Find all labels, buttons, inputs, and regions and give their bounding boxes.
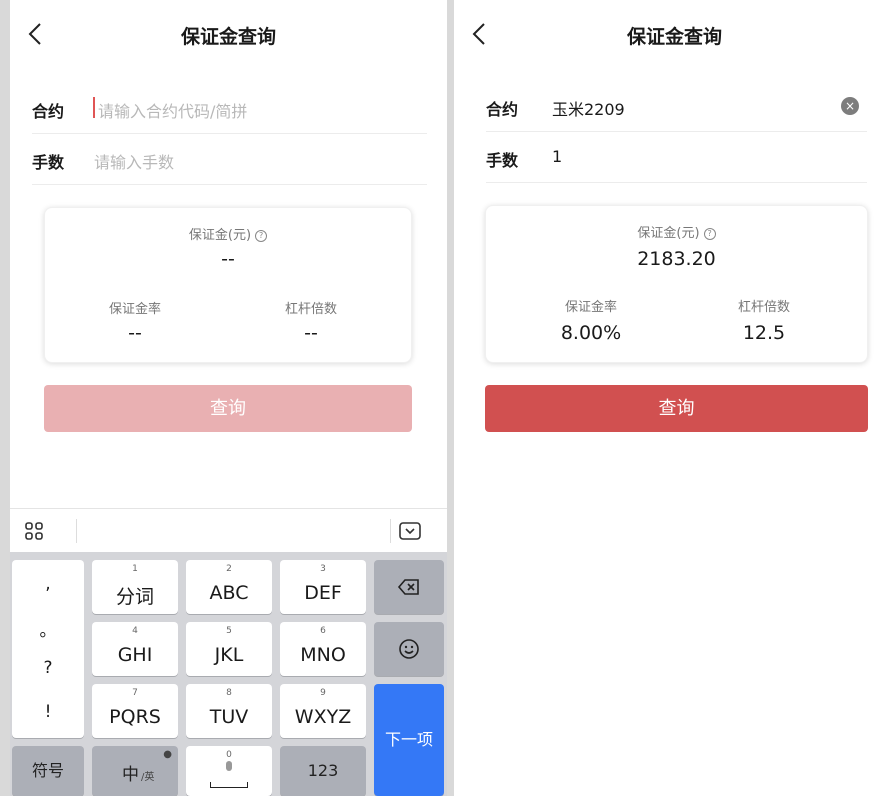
key-6[interactable]: 6 MNO bbox=[280, 622, 366, 676]
help-icon[interactable]: ? bbox=[703, 228, 716, 240]
contract-label: 合约 bbox=[32, 102, 65, 121]
lots-label: 手数 bbox=[486, 151, 519, 170]
key-digit: 9 bbox=[320, 688, 326, 698]
margin-caption: 保证金(元)? bbox=[45, 224, 411, 243]
page-title: 保证金查询 bbox=[180, 26, 276, 48]
keyboard: , 。 ? ! 1 分词 2 ABC 3 DEF 4 GHI 5 JKL 6 MNO 7 PQ… bbox=[10, 552, 447, 796]
result-card: 保证金(元)? -- 保证金率 -- 杠杆倍数 -- bbox=[44, 207, 412, 363]
hide-keyboard-icon[interactable] bbox=[398, 521, 422, 541]
key-label: WXYZ bbox=[294, 706, 352, 728]
key-digit: 4 bbox=[132, 626, 138, 636]
leverage-value: 12.5 bbox=[742, 322, 786, 344]
lots-row[interactable]: 手数 请输入手数 bbox=[32, 135, 427, 185]
leverage-caption: 杠杆倍数 bbox=[737, 300, 790, 315]
key-label: DEF bbox=[304, 582, 342, 604]
key-2[interactable]: 2 ABC bbox=[186, 560, 272, 614]
punct-key-comma[interactable]: , bbox=[12, 574, 84, 594]
right-screen: 保证金查询 合约 玉米2209 × 手数 1 保证金(元)? 2183.20 保… bbox=[454, 0, 895, 796]
key-label: PQRS bbox=[109, 706, 161, 728]
key-digit: 6 bbox=[320, 626, 326, 636]
page-title: 保证金查询 bbox=[626, 26, 722, 48]
key-7[interactable]: 7 PQRS bbox=[92, 684, 178, 738]
query-button[interactable]: 查询 bbox=[485, 385, 868, 432]
contract-row[interactable]: 合约 请输入合约代码/简拼 bbox=[32, 84, 427, 134]
rate-caption: 保证金率 bbox=[564, 300, 617, 315]
contract-label: 合约 bbox=[486, 100, 519, 119]
space-key[interactable]: 0 bbox=[186, 746, 272, 796]
key-digit: 3 bbox=[320, 564, 326, 574]
key-label: GHI bbox=[117, 644, 153, 666]
numbers-key[interactable]: 123 bbox=[280, 746, 366, 796]
clear-icon[interactable]: × bbox=[841, 97, 859, 115]
rate-value: 8.00% bbox=[560, 322, 622, 344]
space-bar-glyph bbox=[210, 782, 248, 788]
left-screen: 保证金查询 合约 请输入合约代码/简拼 手数 请输入手数 保证金(元)? -- … bbox=[10, 0, 447, 796]
contract-input[interactable]: 玉米2209 bbox=[552, 96, 625, 120]
lang-label: 中 bbox=[122, 765, 139, 785]
key-3[interactable]: 3 DEF bbox=[280, 560, 366, 614]
margin-value: 2183.20 bbox=[637, 248, 716, 270]
key-label: JKL bbox=[214, 644, 244, 666]
punct-key-question[interactable]: ? bbox=[12, 658, 84, 678]
nav-bar: 保证金查询 bbox=[454, 0, 895, 66]
leverage-caption: 杠杆倍数 bbox=[284, 302, 337, 317]
contract-row[interactable]: 合约 玉米2209 × bbox=[486, 82, 867, 132]
margin-caption-text: 保证金(元) bbox=[637, 226, 700, 241]
result-card: 保证金(元)? 2183.20 保证金率 8.00% 杠杆倍数 12.5 bbox=[485, 205, 868, 363]
key-digit: 5 bbox=[226, 626, 232, 636]
key-digit: 8 bbox=[226, 688, 232, 698]
keyboard-toolbar bbox=[10, 508, 447, 552]
key-digit: 0 bbox=[226, 750, 232, 760]
language-key[interactable]: 中 /英 ● bbox=[92, 746, 178, 796]
next-field-key[interactable]: 下一项 bbox=[374, 684, 444, 796]
toolbar-divider bbox=[76, 519, 77, 543]
text-caret bbox=[93, 97, 95, 118]
punct-key-period[interactable]: 。 bbox=[12, 616, 84, 641]
smiley-icon bbox=[399, 639, 419, 659]
microphone-icon bbox=[226, 761, 232, 771]
key-label: 分词 bbox=[115, 586, 154, 608]
lots-input[interactable]: 1 bbox=[552, 147, 562, 166]
lots-label: 手数 bbox=[32, 153, 65, 172]
key-1[interactable]: 1 分词 bbox=[92, 560, 178, 614]
key-5[interactable]: 5 JKL bbox=[186, 622, 272, 676]
key-9[interactable]: 9 WXYZ bbox=[280, 684, 366, 738]
key-label: MNO bbox=[300, 644, 346, 666]
key-digit: 1 bbox=[132, 564, 138, 574]
help-icon[interactable]: ? bbox=[255, 230, 268, 242]
margin-caption-text: 保证金(元) bbox=[188, 228, 252, 243]
query-button[interactable]: 查询 bbox=[44, 385, 412, 432]
lang-sub-label: /英 bbox=[141, 772, 155, 783]
lots-row[interactable]: 手数 1 bbox=[486, 133, 867, 183]
globe-icon: ● bbox=[163, 749, 172, 760]
margin-value: -- bbox=[221, 248, 235, 270]
rate-value: -- bbox=[128, 322, 142, 344]
nav-bar: 保证金查询 bbox=[10, 0, 447, 66]
toolbar-divider bbox=[390, 519, 391, 543]
key-label: TUV bbox=[209, 706, 249, 728]
key-4[interactable]: 4 GHI bbox=[92, 622, 178, 676]
lots-input[interactable]: 请输入手数 bbox=[94, 149, 174, 173]
leverage-value: -- bbox=[304, 322, 318, 344]
key-digit: 7 bbox=[132, 688, 138, 698]
key-digit: 2 bbox=[226, 564, 232, 574]
margin-caption: 保证金(元)? bbox=[486, 222, 867, 241]
grid-menu-icon[interactable] bbox=[24, 521, 44, 541]
punctuation-column: , 。 ? ! bbox=[12, 560, 84, 738]
emoji-key[interactable] bbox=[374, 622, 444, 676]
key-8[interactable]: 8 TUV bbox=[186, 684, 272, 738]
symbol-key[interactable]: 符号 bbox=[12, 746, 84, 796]
backspace-key[interactable] bbox=[374, 560, 444, 614]
contract-input[interactable]: 请输入合约代码/简拼 bbox=[98, 98, 247, 122]
key-label: ABC bbox=[209, 582, 249, 604]
rate-caption: 保证金率 bbox=[108, 302, 161, 317]
punct-key-exclaim[interactable]: ! bbox=[12, 702, 84, 722]
backspace-icon bbox=[397, 579, 419, 595]
